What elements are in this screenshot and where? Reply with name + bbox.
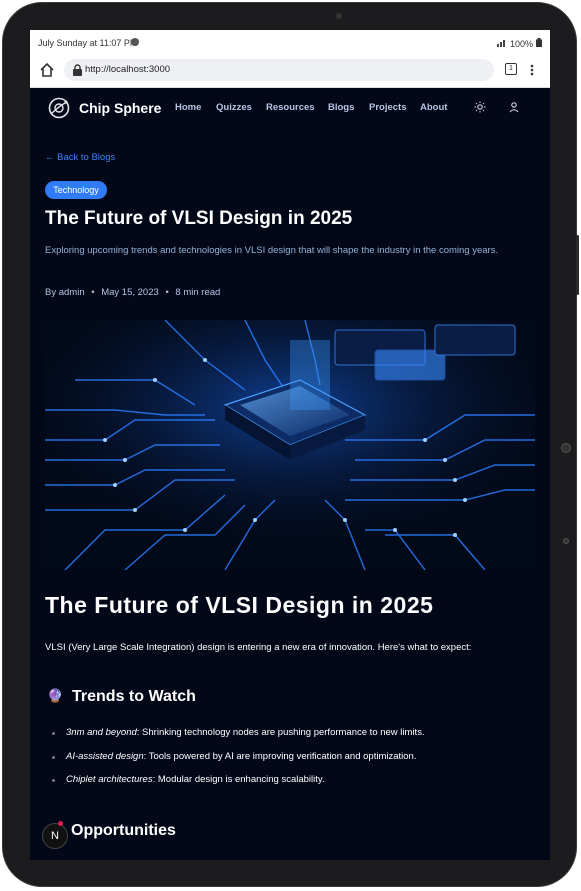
- chip-logo-icon[interactable]: [48, 97, 70, 119]
- dev-badge-indicator: [58, 821, 63, 826]
- screen: July Sunday at 11:07 PM 100% http://loca…: [30, 30, 550, 860]
- category-tag[interactable]: Technology: [45, 181, 107, 199]
- battery-level: 100%: [509, 38, 533, 49]
- notification-icon: [131, 38, 139, 46]
- back-to-blogs-link[interactable]: ← Back to Blogs: [45, 152, 115, 163]
- status-time: July Sunday at 11:07 PM: [38, 38, 138, 48]
- bullet-term: Chiplet architectures: [66, 774, 153, 785]
- status-bar: July Sunday at 11:07 PM 100%: [30, 30, 550, 56]
- post-read-time: 8 min read: [175, 287, 221, 298]
- tab-switcher-button[interactable]: 1: [505, 63, 517, 75]
- bullet-desc: : Shrinking technology nodes are pushing…: [136, 727, 425, 738]
- nav-home[interactable]: Home: [175, 102, 201, 113]
- bullet-desc: : Tools powered by AI are improving veri…: [143, 751, 417, 762]
- bullet-icon: [52, 756, 55, 759]
- lock-icon: [73, 64, 82, 76]
- bullet-icon: [52, 779, 55, 782]
- dev-tools-badge[interactable]: N: [42, 823, 68, 849]
- volume-button: [576, 235, 579, 295]
- bullet-desc: : Modular design is enhancing scalabilit…: [152, 774, 325, 785]
- browser-toolbar: http://localhost:3000 1: [30, 56, 550, 88]
- section-heading-opportunities: Opportunities: [71, 822, 176, 839]
- article-intro: VLSI (Very Large Scale Integration) desi…: [45, 642, 472, 653]
- sun-icon[interactable]: [474, 101, 486, 113]
- user-icon[interactable]: [508, 101, 520, 113]
- post-date: May 15, 2023: [101, 287, 159, 298]
- nav-projects[interactable]: Projects: [369, 102, 407, 113]
- post-title: The Future of VLSI Design in 2025: [45, 208, 353, 229]
- meta-separator: •: [165, 287, 169, 298]
- browser-menu-icon[interactable]: [530, 63, 534, 77]
- bullet-term: AI-assisted design: [66, 751, 144, 762]
- nav-about[interactable]: About: [420, 102, 447, 113]
- brand-name[interactable]: Chip Sphere: [79, 100, 161, 116]
- section-heading-trends: Trends to Watch: [72, 688, 196, 705]
- post-author: By admin: [45, 287, 85, 298]
- address-bar[interactable]: http://localhost:3000: [64, 59, 494, 81]
- post-meta: By admin • May 15, 2023 • 8 min read: [45, 287, 220, 298]
- nav-blogs[interactable]: Blogs: [328, 102, 354, 113]
- front-camera: [336, 13, 342, 19]
- crystal-ball-icon: 🔮: [47, 688, 64, 703]
- post-excerpt: Exploring upcoming trends and technologi…: [45, 245, 499, 256]
- bullet-icon: [52, 732, 55, 735]
- side-sensor: [561, 443, 571, 453]
- site-navbar: Chip Sphere Home Quizzes Resources Blogs…: [30, 87, 550, 129]
- nav-quizzes[interactable]: Quizzes: [216, 102, 252, 113]
- battery-icon: [536, 38, 542, 49]
- hero-image-circuit-board: [45, 320, 535, 570]
- meta-separator: •: [91, 287, 95, 298]
- side-pin: [563, 538, 569, 544]
- article-heading: The Future of VLSI Design in 2025: [45, 592, 434, 618]
- signal-icon: [496, 39, 507, 49]
- bullet-term: 3nm and beyond: [66, 727, 137, 738]
- home-icon[interactable]: [39, 62, 55, 78]
- nav-resources[interactable]: Resources: [266, 102, 315, 113]
- url-text: http://localhost:3000: [85, 64, 171, 75]
